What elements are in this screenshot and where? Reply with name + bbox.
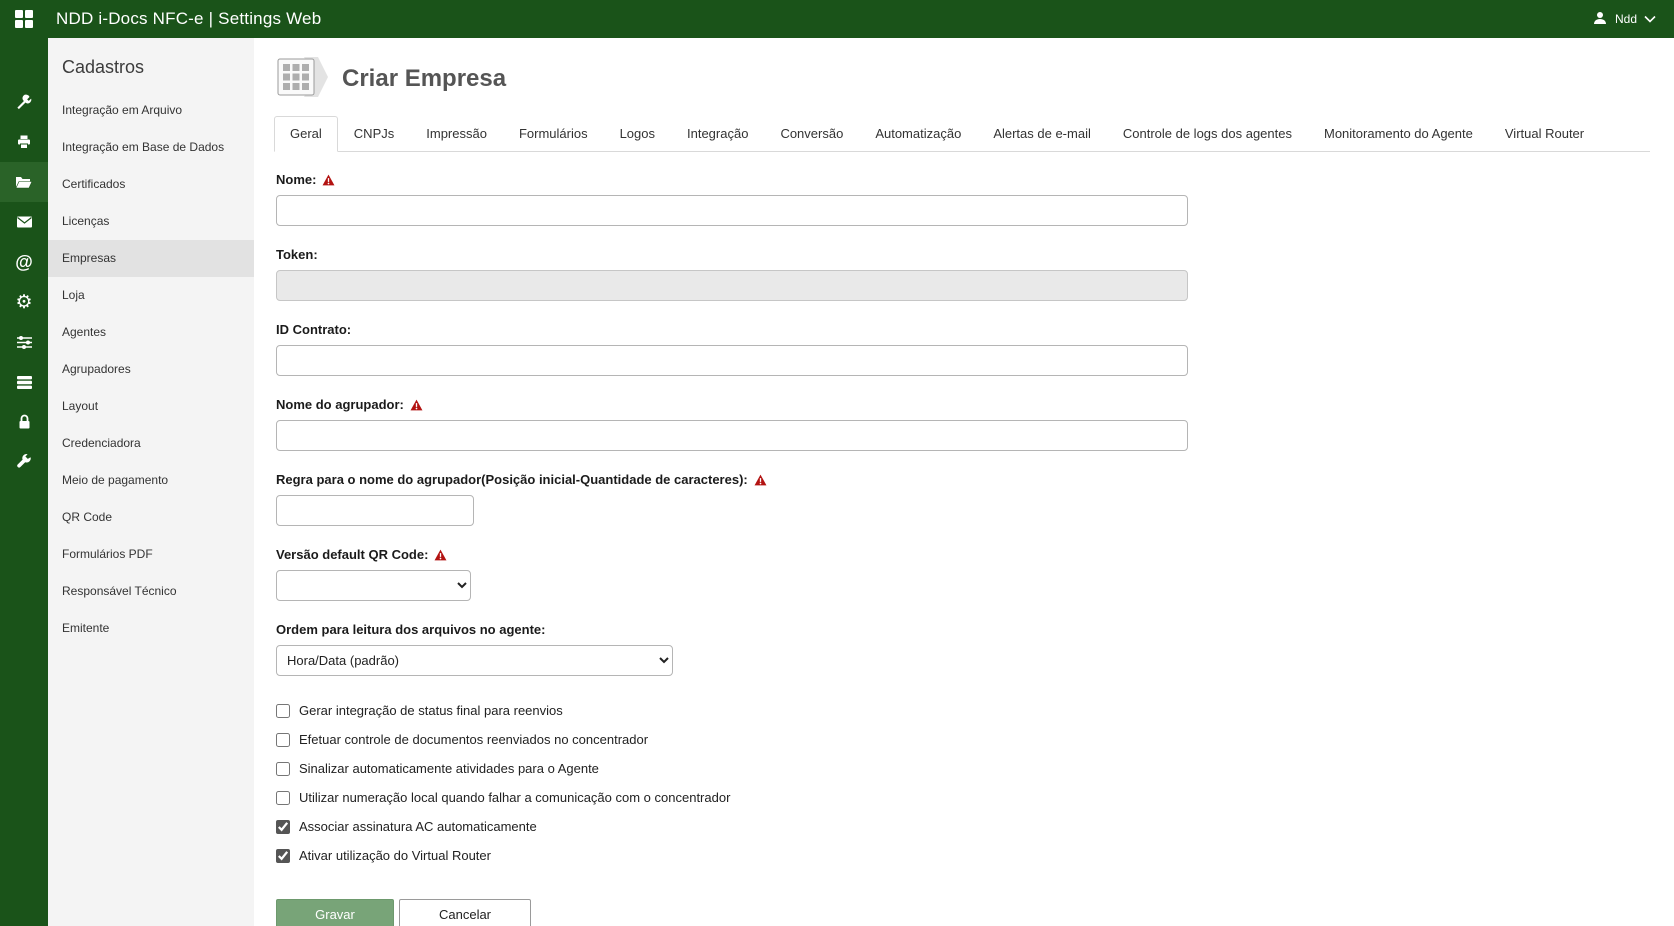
layers-icon[interactable] (0, 362, 48, 402)
user-menu[interactable]: Ndd (1592, 10, 1656, 29)
page-header-icon (274, 55, 328, 104)
sinalizar-atividades-checkbox[interactable] (276, 762, 290, 776)
required-warning-icon (410, 399, 423, 411)
tab-integracao[interactable]: Integração (671, 116, 764, 152)
sidebar-item-emitente[interactable]: Emitente (48, 610, 254, 647)
efetuar-controle-label[interactable]: Efetuar controle de documentos reenviado… (299, 732, 648, 747)
mail-icon[interactable] (0, 202, 48, 242)
sidebar-item-meio-de-pagamento[interactable]: Meio de pagamento (48, 462, 254, 499)
sinalizar-atividades-label[interactable]: Sinalizar automaticamente atividades par… (299, 761, 599, 776)
options-checkbox-group: Gerar integração de status final para re… (276, 703, 1650, 863)
sidebar-item-qr-code[interactable]: QR Code (48, 499, 254, 536)
lock-icon[interactable] (0, 402, 48, 442)
required-warning-icon (322, 174, 335, 186)
utilizar-numeracao-local-checkbox[interactable] (276, 791, 290, 805)
utilizar-numeracao-local-label[interactable]: Utilizar numeração local quando falhar a… (299, 790, 730, 805)
sidebar-item-empresas[interactable]: Empresas (48, 240, 254, 277)
sidebar-item-agentes[interactable]: Agentes (48, 314, 254, 351)
sidebar-item-integracao-em-arquivo[interactable]: Integração em Arquivo (48, 92, 254, 129)
tab-bar: Geral CNPJs Impressão Formulários Logos … (274, 116, 1650, 152)
nome-agrupador-label: Nome do agrupador: (276, 397, 1650, 412)
id-contrato-input[interactable] (276, 345, 1188, 376)
main-content: Criar Empresa Geral CNPJs Impressão Form… (254, 38, 1674, 926)
save-button[interactable]: Gravar (276, 899, 394, 926)
nome-agrupador-input[interactable] (276, 420, 1188, 451)
gerar-integracao-label[interactable]: Gerar integração de status final para re… (299, 703, 563, 718)
sidebar-item-integracao-em-base-de-dados[interactable]: Integração em Base de Dados (48, 129, 254, 166)
tab-monitoramento-do-agente[interactable]: Monitoramento do Agente (1308, 116, 1489, 152)
versao-qr-select[interactable] (276, 570, 471, 601)
tab-logos[interactable]: Logos (604, 116, 671, 152)
required-warning-icon (434, 549, 447, 561)
sidebar-item-certificados[interactable]: Certificados (48, 166, 254, 203)
app-title: NDD i-Docs NFC-e | Settings Web (56, 9, 321, 29)
sidebar-item-layout[interactable]: Layout (48, 388, 254, 425)
sidebar: Cadastros Integração em Arquivo Integraç… (48, 38, 254, 926)
cancel-button[interactable]: Cancelar (399, 899, 531, 926)
tab-impressao[interactable]: Impressão (410, 116, 503, 152)
tab-automatizacao[interactable]: Automatização (859, 116, 977, 152)
printer-icon[interactable] (0, 122, 48, 162)
associar-assinatura-ac-checkbox[interactable] (276, 820, 290, 834)
nome-input[interactable] (276, 195, 1188, 226)
wrench-icon[interactable] (0, 442, 48, 482)
id-contrato-label: ID Contrato: (276, 322, 1650, 337)
sidebar-item-agrupadores[interactable]: Agrupadores (48, 351, 254, 388)
tools-icon[interactable] (0, 82, 48, 122)
checkbox-row-associar-assinatura-ac: Associar assinatura AC automaticamente (276, 819, 1650, 834)
ordem-leitura-label: Ordem para leitura dos arquivos no agent… (276, 622, 1650, 637)
sidebar-title: Cadastros (48, 38, 254, 92)
checkbox-row-sinalizar-atividades: Sinalizar automaticamente atividades par… (276, 761, 1650, 776)
tab-virtual-router[interactable]: Virtual Router (1489, 116, 1600, 152)
tab-cnpjs[interactable]: CNPJs (338, 116, 410, 152)
app-launcher-icon[interactable] (0, 10, 48, 28)
sidebar-item-formularios-pdf[interactable]: Formulários PDF (48, 536, 254, 573)
page-header: Criar Empresa (274, 50, 1650, 108)
regra-agrupador-label: Regra para o nome do agrupador(Posição i… (276, 472, 1650, 487)
user-name: Ndd (1615, 12, 1637, 26)
tab-controle-de-logs-dos-agentes[interactable]: Controle de logs dos agentes (1107, 116, 1308, 152)
topbar: NDD i-Docs NFC-e | Settings Web Ndd (0, 0, 1674, 38)
checkbox-row-utilizar-numeracao-local: Utilizar numeração local quando falhar a… (276, 790, 1650, 805)
ordem-leitura-select[interactable]: Hora/Data (padrão) (276, 645, 673, 676)
chevron-down-icon (1644, 12, 1656, 26)
gerar-integracao-checkbox[interactable] (276, 704, 290, 718)
ativar-virtual-router-label[interactable]: Ativar utilização do Virtual Router (299, 848, 491, 863)
tab-alertas-de-email[interactable]: Alertas de e-mail (977, 116, 1107, 152)
user-icon (1592, 10, 1608, 29)
empresa-form: Nome: Token: ID Contrato: Nome do (274, 152, 1650, 926)
sidebar-item-loja[interactable]: Loja (48, 277, 254, 314)
tab-geral[interactable]: Geral (274, 116, 338, 152)
ativar-virtual-router-checkbox[interactable] (276, 849, 290, 863)
checkbox-row-gerar-integracao: Gerar integração de status final para re… (276, 703, 1650, 718)
form-actions: Gravar Cancelar (276, 899, 1650, 926)
gear-icon[interactable]: ⚙ (0, 282, 48, 322)
icon-rail: @ ⚙ (0, 38, 48, 926)
sidebar-item-licencas[interactable]: Licenças (48, 203, 254, 240)
sidebar-item-responsavel-tecnico[interactable]: Responsável Técnico (48, 573, 254, 610)
at-icon[interactable]: @ (0, 242, 48, 282)
required-warning-icon (754, 474, 767, 486)
associar-assinatura-ac-label[interactable]: Associar assinatura AC automaticamente (299, 819, 537, 834)
tab-conversao[interactable]: Conversão (764, 116, 859, 152)
token-input (276, 270, 1188, 301)
regra-agrupador-input[interactable] (276, 495, 474, 526)
token-label: Token: (276, 247, 1650, 262)
page-title: Criar Empresa (342, 65, 506, 93)
sidebar-item-credenciadora[interactable]: Credenciadora (48, 425, 254, 462)
nome-label: Nome: (276, 172, 1650, 187)
efetuar-controle-checkbox[interactable] (276, 733, 290, 747)
tab-formularios[interactable]: Formulários (503, 116, 604, 152)
sliders-icon[interactable] (0, 322, 48, 362)
versao-qr-label: Versão default QR Code: (276, 547, 1650, 562)
checkbox-row-ativar-virtual-router: Ativar utilização do Virtual Router (276, 848, 1650, 863)
checkbox-row-efetuar-controle: Efetuar controle de documentos reenviado… (276, 732, 1650, 747)
folder-open-icon[interactable] (0, 162, 48, 202)
